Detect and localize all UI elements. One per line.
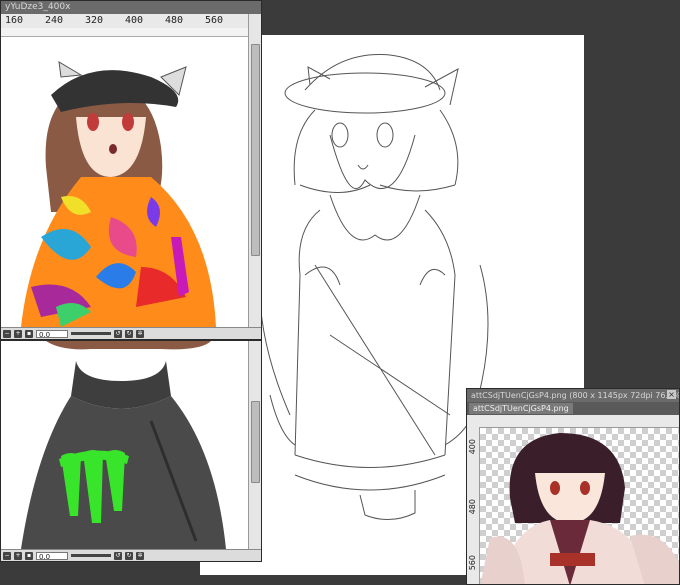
vertical-scrollbar[interactable] — [248, 341, 261, 549]
ruler-label: 400 — [125, 15, 144, 26]
settings-icon[interactable]: ✲ — [136, 329, 144, 338]
horizontal-ruler — [467, 415, 679, 428]
window-title[interactable]: yYuDze3_400x — [1, 1, 261, 14]
ruler-label: 480 — [165, 15, 184, 26]
status-bar: − + ▪ 0.0 ↺ ↻ ✲ — [1, 327, 261, 339]
ruler-label: 160 — [5, 15, 24, 26]
horizontal-ruler: 160 240 320 400 480 560 — [1, 14, 249, 29]
reference-image — [480, 433, 679, 584]
zoom-out-icon[interactable]: − — [3, 551, 11, 560]
reference-window[interactable]: attCSdjTUenCjGsP4.png (800 x 1145px 72dp… — [466, 388, 680, 585]
fit-icon[interactable]: ▪ — [25, 329, 33, 338]
fit-icon[interactable]: ▪ — [25, 551, 33, 560]
ruler-label: 320 — [85, 15, 104, 26]
zoom-out-icon[interactable]: − — [3, 329, 11, 338]
ruler-label: 400 — [468, 439, 477, 455]
character-art-hoodie — [21, 341, 226, 549]
zoom-in-icon[interactable]: + — [14, 551, 22, 560]
zoom-slider[interactable] — [71, 332, 111, 335]
ruler-label: 560 — [205, 15, 224, 26]
ruler-label: 560 — [468, 555, 477, 571]
scrollbar-thumb[interactable] — [251, 401, 260, 483]
canvas-area-2[interactable] — [1, 341, 250, 549]
vertical-scrollbar[interactable] — [248, 14, 261, 327]
canvas-window-2[interactable]: − + ▪ 0.0 ↺ ↻ ✲ — [0, 340, 262, 562]
settings-icon[interactable]: ✲ — [136, 551, 144, 560]
zoom-field[interactable]: 0.0 — [36, 551, 68, 561]
canvas-window-1[interactable]: yYuDze3_400x 160 240 320 400 480 560 − +… — [0, 0, 262, 340]
rotate-left-icon[interactable]: ↺ — [114, 551, 122, 560]
document-tab[interactable]: attCSdjTUenCjGsP4.png — [469, 403, 573, 414]
close-icon[interactable]: × — [667, 390, 676, 399]
scrollbar-thumb[interactable] — [251, 44, 260, 256]
zoom-in-icon[interactable]: + — [14, 329, 22, 338]
status-bar: − + ▪ 0.0 ↺ ↻ ✲ — [1, 549, 261, 561]
canvas-area-1[interactable] — [1, 37, 250, 327]
character-art-colored — [21, 61, 216, 327]
vertical-ruler: 400 480 560 — [467, 427, 480, 584]
reference-canvas[interactable] — [480, 428, 679, 584]
zoom-slider[interactable] — [71, 554, 111, 557]
ruler-label: 240 — [45, 15, 64, 26]
rotate-right-icon[interactable]: ↻ — [125, 329, 133, 338]
secondary-ruler — [1, 28, 249, 37]
ruler-label: 480 — [468, 499, 477, 515]
rotate-right-icon[interactable]: ↻ — [125, 551, 133, 560]
rotate-left-icon[interactable]: ↺ — [114, 329, 122, 338]
window-title[interactable]: attCSdjTUenCjGsP4.png (800 x 1145px 72dp… — [467, 389, 679, 402]
zoom-field[interactable]: 0.0 — [36, 329, 68, 339]
